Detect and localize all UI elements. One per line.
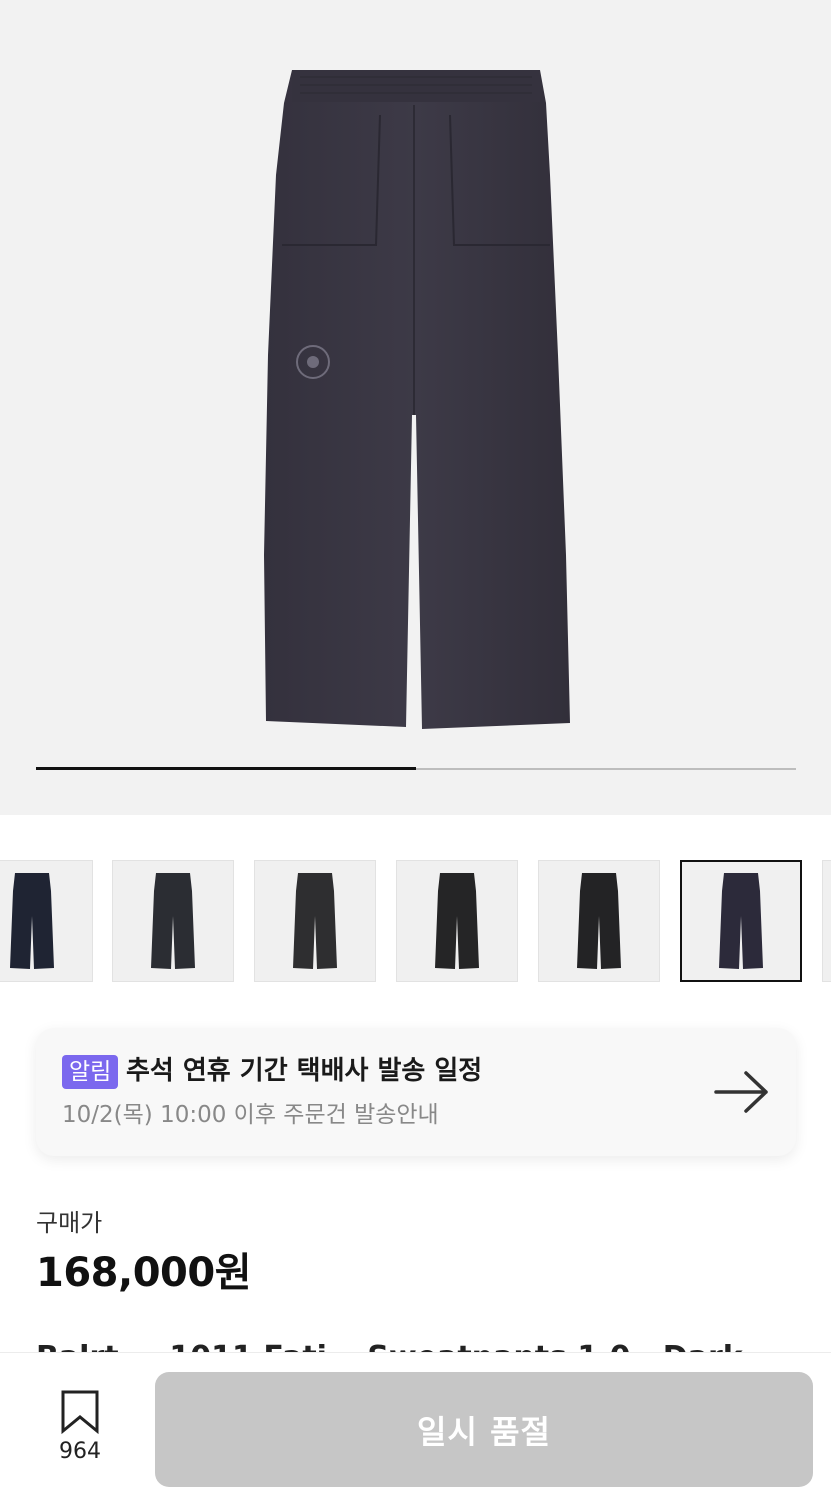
bookmark-button[interactable] [55, 1389, 105, 1439]
thumb-3[interactable] [254, 860, 376, 982]
thumb-4[interactable] [396, 860, 518, 982]
price-value: 168,000원 [36, 1250, 252, 1296]
notice-banner[interactable]: 알림 추석 연휴 기간 택배사 발송 일정 10/2(목) 10:00 이후 주… [36, 1028, 796, 1156]
thumbnail-strip[interactable] [0, 860, 831, 984]
price-label: 구매가 [36, 1209, 103, 1237]
bookmark-count: 964 [59, 1439, 101, 1464]
notice-title: 추석 연휴 기간 택배사 발송 일정 [126, 1056, 483, 1086]
bookmark-icon[interactable] [57, 1389, 103, 1435]
thumb-7[interactable] [822, 860, 831, 982]
thumb-2[interactable] [112, 860, 234, 982]
pants-icon [577, 873, 621, 969]
thumb-6[interactable] [680, 860, 802, 982]
pants-icon [293, 873, 337, 969]
product-image-gallery[interactable] [0, 0, 831, 815]
thumb-1[interactable] [0, 860, 93, 982]
gallery-progress-fill [36, 767, 416, 770]
pants-icon [435, 873, 479, 969]
arrow-right-icon[interactable] [714, 1070, 770, 1114]
pants-icon [151, 873, 195, 969]
thumb-5[interactable] [538, 860, 660, 982]
pants-icon [719, 873, 763, 969]
pants-icon [264, 70, 570, 729]
notice-badge: 알림 [62, 1055, 119, 1089]
sold-out-button[interactable]: 일시 품절 [155, 1372, 813, 1487]
bottom-action-bar: 964 일시 품절 [0, 1352, 831, 1501]
gallery-progress-track [36, 767, 796, 770]
notice-subtitle: 10/2(목) 10:00 이후 주문건 발송안내 [62, 1102, 439, 1128]
pants-icon [10, 873, 54, 969]
